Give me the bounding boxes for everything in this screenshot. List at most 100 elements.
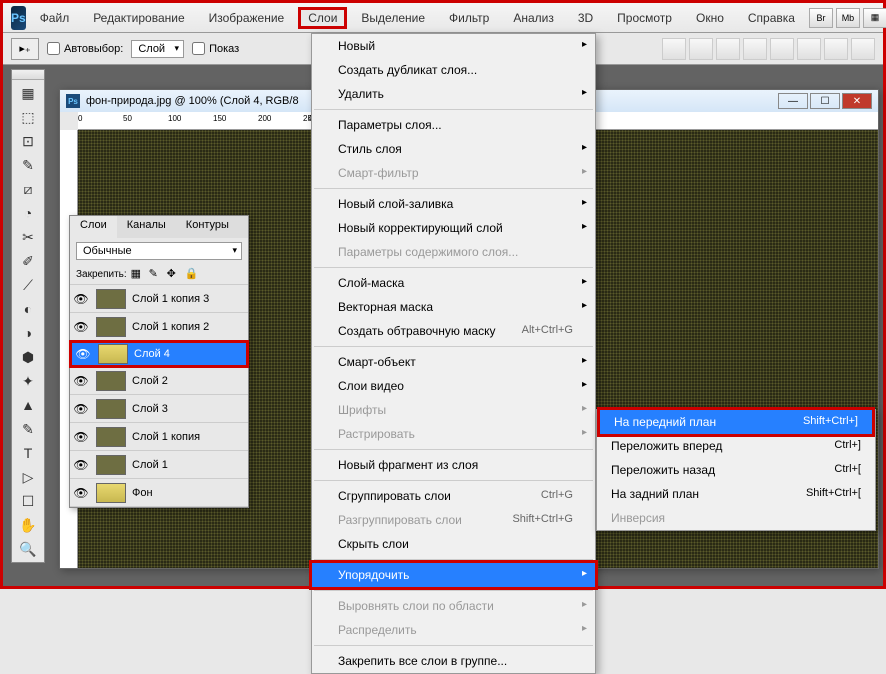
- tool-13[interactable]: ▲: [14, 394, 42, 416]
- align-icon-7[interactable]: [824, 38, 848, 60]
- tool-8[interactable]: ⟋: [14, 274, 42, 296]
- layer-thumbnail[interactable]: [96, 371, 126, 391]
- lock-all-icon[interactable]: 🔒: [185, 267, 199, 281]
- menu-item[interactable]: Создать дубликат слоя...: [312, 58, 595, 82]
- tool-16[interactable]: ▷: [14, 466, 42, 488]
- minibridge-button[interactable]: Mb: [836, 8, 860, 28]
- menu-item[interactable]: Удалить: [312, 82, 595, 106]
- visibility-icon[interactable]: 👁: [70, 430, 92, 444]
- auto-select-checkbox[interactable]: Автовыбор:: [47, 42, 123, 55]
- layer-thumbnail[interactable]: [96, 399, 126, 419]
- layer-row[interactable]: 👁 Слой 4: [69, 340, 249, 368]
- blend-mode-dropdown[interactable]: Обычные: [76, 242, 242, 260]
- align-icon-3[interactable]: [716, 38, 740, 60]
- tool-2[interactable]: ⊡: [14, 130, 42, 152]
- visibility-icon[interactable]: 👁: [70, 402, 92, 416]
- align-icon-1[interactable]: [662, 38, 686, 60]
- tool-14[interactable]: ✎: [14, 418, 42, 440]
- menu-item[interactable]: Упорядочить: [309, 560, 598, 590]
- layer-thumbnail[interactable]: [96, 455, 126, 475]
- menu-window[interactable]: Окно: [686, 7, 734, 29]
- lock-pixels-icon[interactable]: ▦: [131, 267, 145, 281]
- layer-row[interactable]: 👁 Слой 1 копия 3: [70, 285, 248, 313]
- menu-item[interactable]: Сгруппировать слоиCtrl+G: [312, 484, 595, 508]
- layer-row[interactable]: 👁 Слой 1 копия 2: [70, 313, 248, 341]
- tab-paths[interactable]: Контуры: [176, 216, 239, 238]
- align-icon-4[interactable]: [743, 38, 767, 60]
- visibility-icon[interactable]: 👁: [72, 347, 94, 361]
- submenu-item[interactable]: Переложить впередCtrl+]: [597, 434, 875, 458]
- visibility-icon[interactable]: 👁: [70, 320, 92, 334]
- layer-row[interactable]: 👁 Фон: [70, 479, 248, 507]
- auto-select-dropdown[interactable]: Слой: [131, 40, 184, 58]
- tool-18[interactable]: ✋: [14, 514, 42, 536]
- tool-19[interactable]: 🔍: [14, 538, 42, 560]
- menu-edit[interactable]: Редактирование: [83, 7, 194, 29]
- menu-analysis[interactable]: Анализ: [503, 7, 564, 29]
- current-tool-icon[interactable]: ▸₊: [11, 38, 39, 60]
- submenu-item[interactable]: Переложить назадCtrl+[: [597, 458, 875, 482]
- menu-item[interactable]: Стиль слоя: [312, 137, 595, 161]
- align-icon-5[interactable]: [770, 38, 794, 60]
- align-icon-8[interactable]: [851, 38, 875, 60]
- visibility-icon[interactable]: 👁: [70, 486, 92, 500]
- visibility-icon[interactable]: 👁: [70, 374, 92, 388]
- layer-thumbnail[interactable]: [96, 317, 126, 337]
- lock-paint-icon[interactable]: ✎: [149, 267, 163, 281]
- show-transform-checkbox[interactable]: Показ: [192, 42, 239, 55]
- close-button[interactable]: ✕: [842, 93, 872, 109]
- bridge-button[interactable]: Br: [809, 8, 833, 28]
- layer-row[interactable]: 👁 Слой 2: [70, 367, 248, 395]
- align-icon-6[interactable]: [797, 38, 821, 60]
- menu-item[interactable]: Векторная маска: [312, 295, 595, 319]
- toolbox-grip[interactable]: [12, 70, 44, 80]
- tool-12[interactable]: ✦: [14, 370, 42, 392]
- layer-thumbnail[interactable]: [98, 344, 128, 364]
- menu-item[interactable]: Новый: [312, 34, 595, 58]
- tool-5[interactable]: ◔: [14, 202, 42, 224]
- layer-thumbnail[interactable]: [96, 427, 126, 447]
- menu-image[interactable]: Изображение: [199, 7, 295, 29]
- tool-0[interactable]: ▦: [14, 82, 42, 104]
- layer-thumbnail[interactable]: [96, 289, 126, 309]
- tool-11[interactable]: ⬢: [14, 346, 42, 368]
- menu-help[interactable]: Справка: [738, 7, 805, 29]
- menu-item[interactable]: Новый фрагмент из слоя: [312, 453, 595, 477]
- tool-10[interactable]: ◑: [14, 322, 42, 344]
- tab-layers[interactable]: Слои: [70, 216, 117, 238]
- arrange-button[interactable]: ▦: [863, 8, 886, 28]
- menu-file[interactable]: Файл: [30, 7, 80, 29]
- layer-row[interactable]: 👁 Слой 1: [70, 451, 248, 479]
- menu-item[interactable]: Смарт-объект: [312, 350, 595, 374]
- menu-filter[interactable]: Фильтр: [439, 7, 499, 29]
- tool-9[interactable]: ◐: [14, 298, 42, 320]
- menu-item[interactable]: Слои видео: [312, 374, 595, 398]
- auto-select-input[interactable]: [47, 42, 60, 55]
- align-icon-2[interactable]: [689, 38, 713, 60]
- layer-thumbnail[interactable]: [96, 483, 126, 503]
- menu-item[interactable]: Создать обтравочную маскуAlt+Ctrl+G: [312, 319, 595, 343]
- menu-item[interactable]: Параметры слоя...: [312, 113, 595, 137]
- tool-17[interactable]: ☐: [14, 490, 42, 512]
- menu-layers[interactable]: Слои: [298, 7, 347, 29]
- menu-view[interactable]: Просмотр: [607, 7, 682, 29]
- tool-4[interactable]: ⧄: [14, 178, 42, 200]
- maximize-button[interactable]: ☐: [810, 93, 840, 109]
- submenu-item[interactable]: На задний планShift+Ctrl+[: [597, 482, 875, 506]
- visibility-icon[interactable]: 👁: [70, 458, 92, 472]
- menu-3d[interactable]: 3D: [568, 7, 603, 29]
- menu-item[interactable]: Закрепить все слои в группе...: [312, 649, 595, 673]
- tool-3[interactable]: ✎: [14, 154, 42, 176]
- menu-item[interactable]: Новый корректирующий слой: [312, 216, 595, 240]
- tool-6[interactable]: ✂: [14, 226, 42, 248]
- menu-select[interactable]: Выделение: [351, 7, 435, 29]
- visibility-icon[interactable]: 👁: [70, 292, 92, 306]
- show-transform-input[interactable]: [192, 42, 205, 55]
- layer-row[interactable]: 👁 Слой 3: [70, 395, 248, 423]
- minimize-button[interactable]: —: [778, 93, 808, 109]
- menu-item[interactable]: Новый слой-заливка: [312, 192, 595, 216]
- tab-channels[interactable]: Каналы: [117, 216, 176, 238]
- layer-row[interactable]: 👁 Слой 1 копия: [70, 423, 248, 451]
- tool-7[interactable]: ✐: [14, 250, 42, 272]
- menu-item[interactable]: Скрыть слои: [312, 532, 595, 556]
